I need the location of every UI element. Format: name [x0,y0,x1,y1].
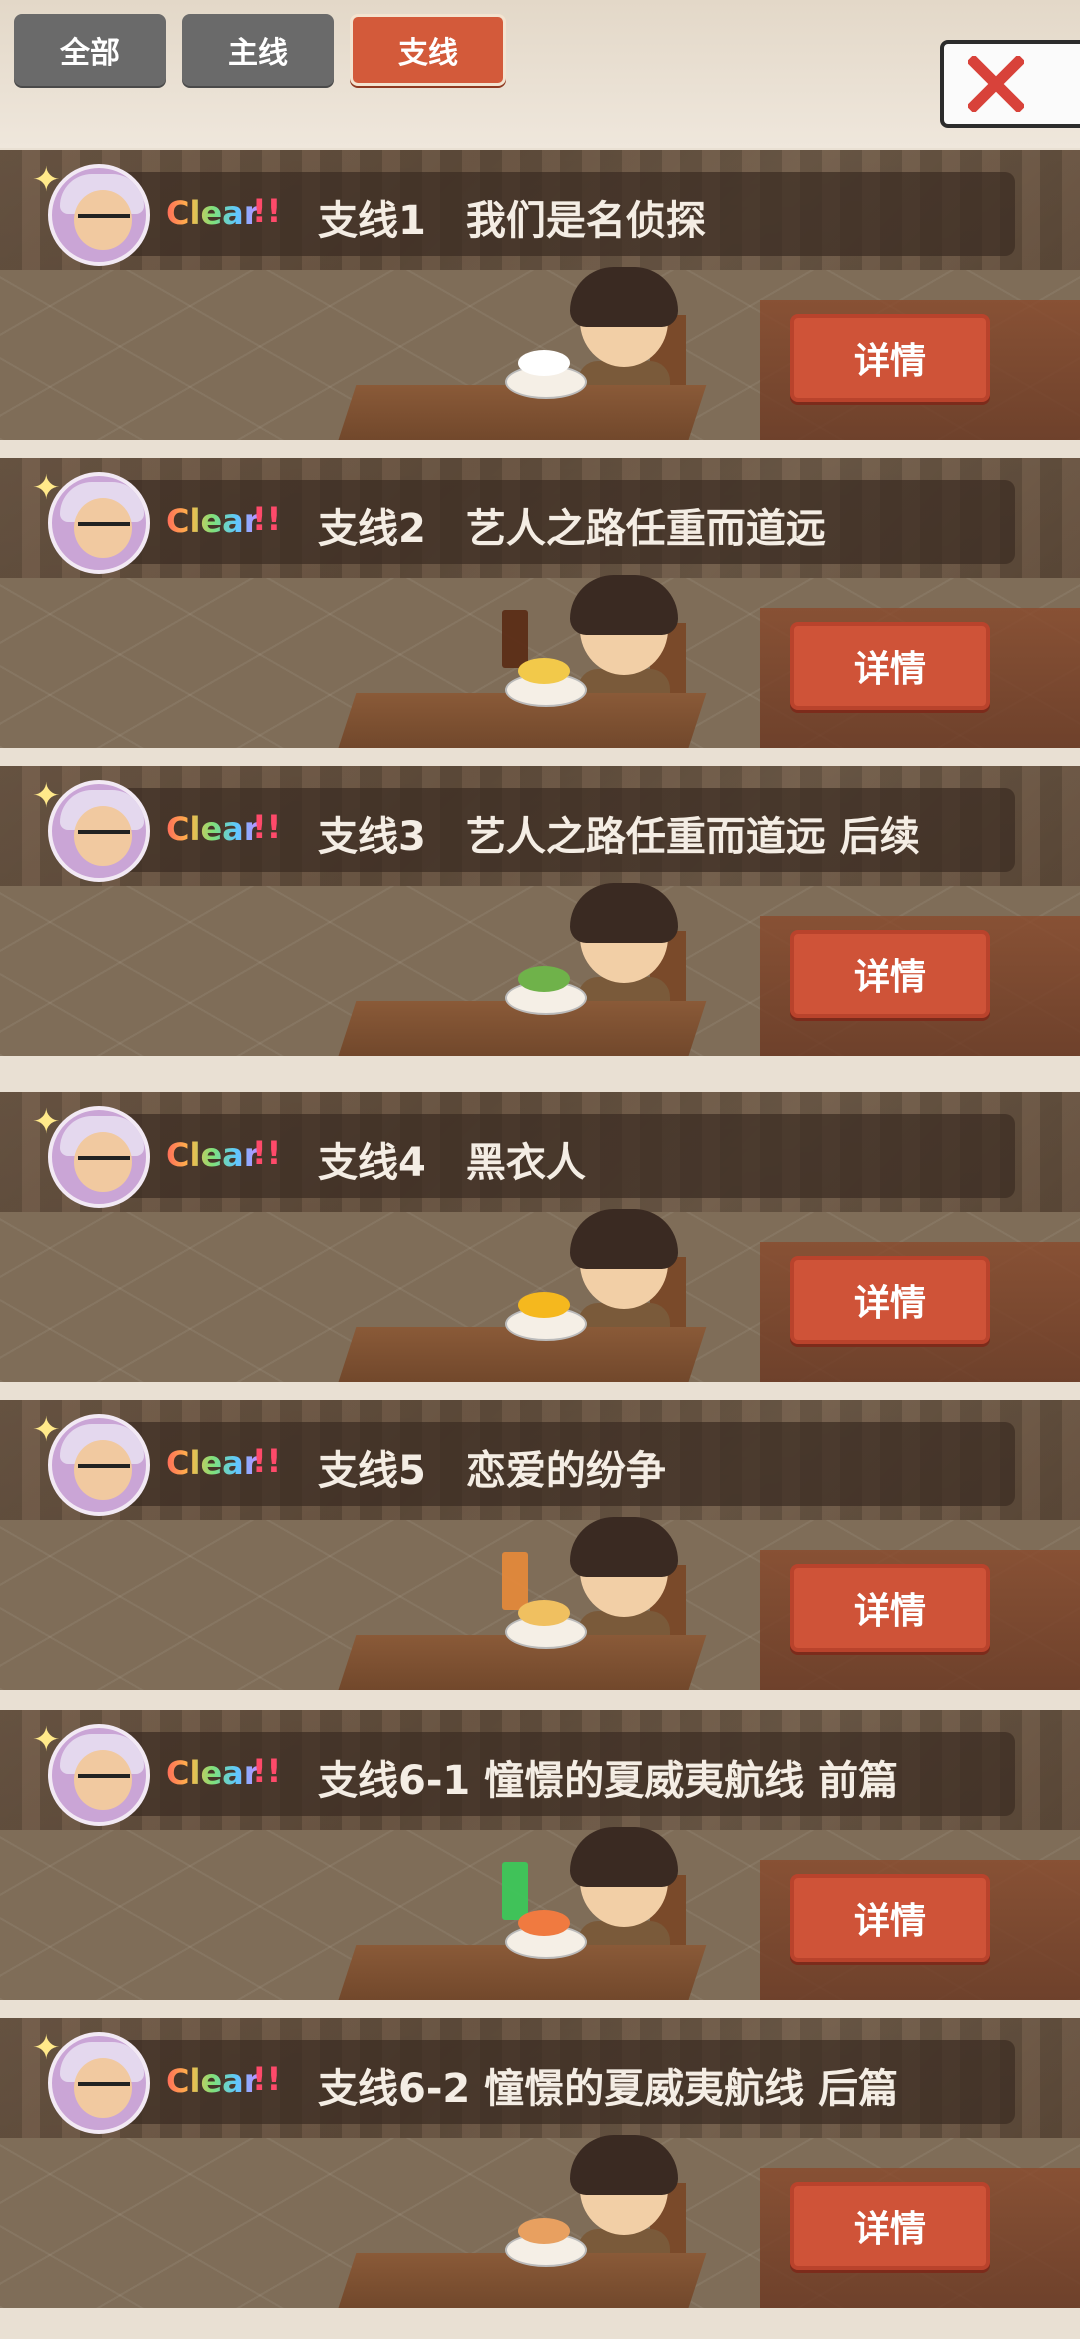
clear-mark: !! [252,1134,282,1172]
sparkle-icon: ✦ [32,1410,61,1450]
story-card: ✦ Clear !! 支线6-2 憧憬的夏威夷航线 后篇 详情 [0,2018,1080,2308]
food-icon [518,658,570,684]
avatar [48,472,150,574]
clear-mark: !! [252,1442,282,1480]
sparkle-icon: ✦ [32,160,61,200]
close-x-icon [968,56,1024,112]
food-icon [518,2218,570,2244]
clear-mark: !! [252,808,282,846]
food-icon [518,966,570,992]
avatar [48,1106,150,1208]
story-title: 支线4 黑衣人 [318,1140,586,1186]
drink-icon [502,1552,528,1610]
clear-status: Clear [166,810,260,848]
avatar [48,1724,150,1826]
food-icon [518,350,570,376]
food-icon [518,1910,570,1936]
food-icon [518,1292,570,1318]
avatar [48,2032,150,2134]
story-title: 支线1 我们是名侦探 [318,198,706,244]
clear-mark: !! [252,2060,282,2098]
avatar [48,780,150,882]
story-title: 支线6-1 憧憬的夏威夷航线 前篇 [318,1758,899,1804]
clear-mark: !! [252,500,282,538]
clear-status: Clear [166,2062,260,2100]
clear-status: Clear [166,1444,260,1482]
sparkle-icon: ✦ [32,468,61,508]
detail-button[interactable]: 详情 [790,314,990,402]
clear-status: Clear [166,502,260,540]
sparkle-icon: ✦ [32,2028,61,2068]
story-card: ✦ Clear !! 支线6-1 憧憬的夏威夷航线 前篇 详情 [0,1710,1080,2000]
drink-icon [502,1862,528,1920]
sparkle-icon: ✦ [32,776,61,816]
story-title: 支线5 恋爱的纷争 [318,1448,666,1494]
story-card: ✦ Clear !! 支线5 恋爱的纷争 详情 [0,1400,1080,1690]
tab-main[interactable]: 主线 [182,14,334,86]
story-card: ✦ Clear !! 支线4 黑衣人 详情 [0,1092,1080,1382]
detail-button[interactable]: 详情 [790,622,990,710]
story-title: 支线3 艺人之路任重而道远 后续 [318,814,920,860]
close-button[interactable] [940,40,1080,128]
tab-side[interactable]: 支线 [350,14,506,86]
detail-button[interactable]: 详情 [790,1874,990,1962]
detail-button[interactable]: 详情 [790,930,990,1018]
tab-all[interactable]: 全部 [14,14,166,86]
story-title: 支线2 艺人之路任重而道远 [318,506,826,552]
food-icon [518,1600,570,1626]
clear-status: Clear [166,194,260,232]
clear-status: Clear [166,1754,260,1792]
clear-status: Clear [166,1136,260,1174]
drink-icon [502,610,528,668]
sparkle-icon: ✦ [32,1102,61,1142]
story-card: ✦ Clear !! 支线1 我们是名侦探 详情 [0,150,1080,440]
avatar [48,164,150,266]
detail-button[interactable]: 详情 [790,2182,990,2270]
story-title: 支线6-2 憧憬的夏威夷航线 后篇 [318,2066,899,2112]
clear-mark: !! [252,192,282,230]
filter-bar: 全部 主线 支线 [0,0,1080,148]
avatar [48,1414,150,1516]
story-card: ✦ Clear !! 支线3 艺人之路任重而道远 后续 详情 [0,766,1080,1056]
sparkle-icon: ✦ [32,1720,61,1760]
detail-button[interactable]: 详情 [790,1564,990,1652]
clear-mark: !! [252,1752,282,1790]
story-card: ✦ Clear !! 支线2 艺人之路任重而道远 详情 [0,458,1080,748]
detail-button[interactable]: 详情 [790,1256,990,1344]
